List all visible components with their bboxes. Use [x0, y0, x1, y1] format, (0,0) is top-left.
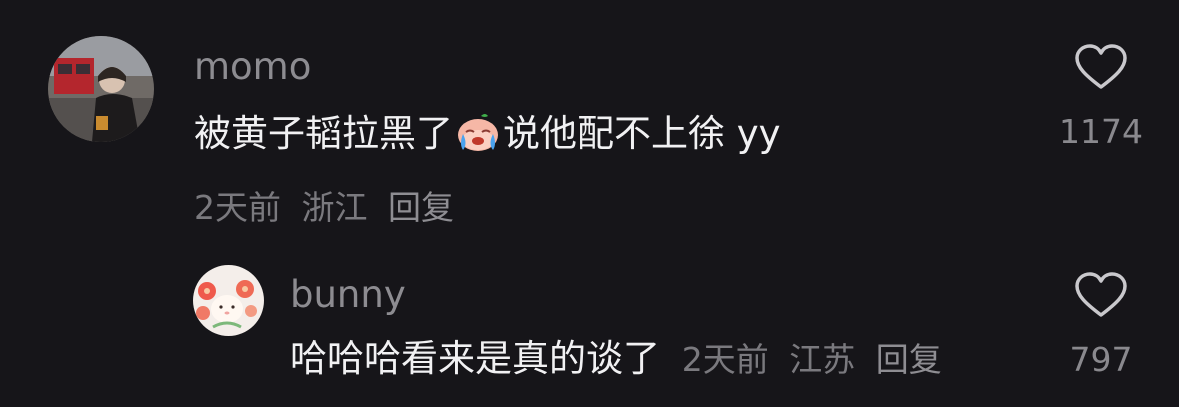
like-button[interactable]: 797 [1046, 272, 1156, 379]
reply-button[interactable]: 回复 [388, 188, 454, 227]
flower-avatar [193, 265, 264, 336]
comment-text[interactable]: 被黄子韬拉黑了 说他配不上徐 yy [194, 112, 781, 152]
avatar[interactable] [48, 36, 154, 142]
crying-face-emoji-icon [455, 112, 501, 152]
comment-meta: 2天前 江苏 回复 [682, 340, 952, 379]
username[interactable]: bunny [290, 276, 406, 313]
timestamp: 2天前 [681, 340, 769, 379]
heart-icon [1075, 272, 1127, 317]
heart-icon [1075, 44, 1127, 89]
comment-text-part: 被黄子韬拉黑了 [194, 112, 453, 155]
reply-button[interactable]: 回复 [876, 340, 942, 379]
timestamp: 2天前 [194, 188, 281, 227]
comment-text[interactable]: 哈哈哈看来是真的谈了 2天前 江苏 回复 [290, 340, 952, 377]
username[interactable]: momo [194, 48, 311, 85]
location: 江苏 [789, 340, 856, 379]
like-count: 1174 [1059, 112, 1143, 151]
comment-text-part: 说他配不上徐 yy [503, 112, 781, 155]
user-photo-avatar [48, 36, 154, 142]
location: 浙江 [301, 188, 368, 227]
like-button[interactable]: 1174 [1046, 44, 1156, 151]
comment-meta: 2天前 浙江 回复 [194, 181, 464, 229]
avatar[interactable] [193, 265, 264, 336]
comment-text-part: 哈哈哈看来是真的谈了 [290, 337, 660, 380]
like-count: 797 [1069, 340, 1133, 379]
